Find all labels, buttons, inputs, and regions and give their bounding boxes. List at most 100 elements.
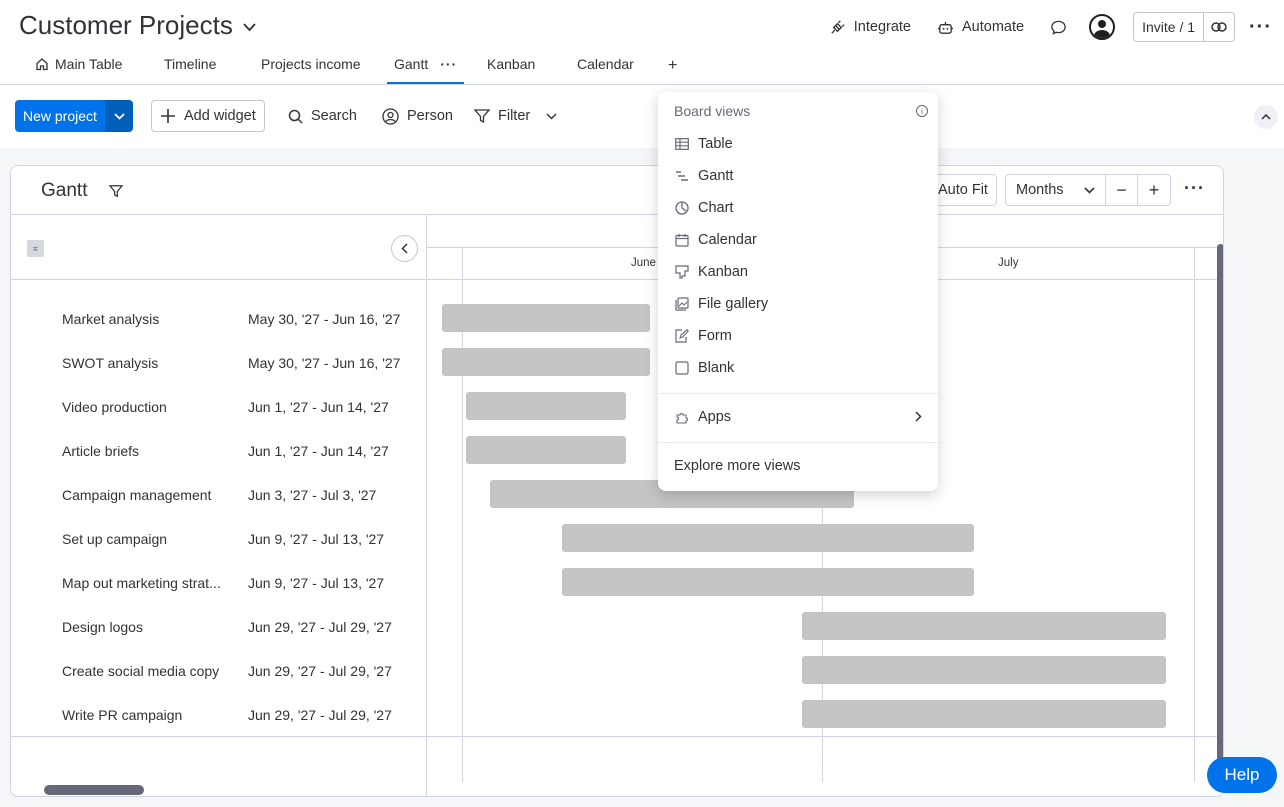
menu-item-chart[interactable]: Chart xyxy=(658,192,938,224)
gantt-bar[interactable] xyxy=(802,700,1166,728)
updates-button[interactable] xyxy=(1050,19,1067,36)
search-label: Search xyxy=(311,108,357,124)
gantt-bar[interactable] xyxy=(442,304,650,332)
scale-select[interactable]: Months xyxy=(1006,175,1106,205)
list-item[interactable]: Write PR campaign Jun 29, '27 - Jul 29, '… xyxy=(11,691,427,735)
integrate-button[interactable]: Integrate xyxy=(829,19,911,36)
new-project-label[interactable]: New project xyxy=(15,100,105,132)
gantt-title-text: Gantt xyxy=(41,180,88,201)
list-item[interactable]: Design logos Jun 29, '27 - Jul 29, '27 xyxy=(11,603,427,647)
menu-item-blank[interactable]: Blank xyxy=(658,352,938,384)
item-name: Design logos xyxy=(62,619,143,635)
filter-icon xyxy=(474,109,490,124)
more-options-icon[interactable]: ··· xyxy=(1249,16,1272,39)
menu-item-gantt[interactable]: Gantt xyxy=(658,160,938,192)
list-item[interactable]: Campaign management Jun 3, '27 - Jul 3, '… xyxy=(11,471,427,515)
month-divider xyxy=(1194,247,1195,782)
board-title[interactable]: Customer Projects xyxy=(19,10,256,41)
item-name: Campaign management xyxy=(62,487,212,503)
tab-label: Calendar xyxy=(577,56,634,72)
item-name: Write PR campaign xyxy=(62,707,183,723)
person-filter-button[interactable]: Person xyxy=(382,100,453,132)
list-item[interactable]: Map out marketing strat... Jun 9, '27 - J… xyxy=(11,559,427,603)
collapse-all-icon[interactable]: ⌅ xyxy=(27,240,44,257)
more-options-icon[interactable]: ··· xyxy=(1184,178,1205,199)
menu-item-table[interactable]: Table xyxy=(658,128,938,160)
file-gallery-icon xyxy=(674,296,690,312)
chat-bubble-icon xyxy=(1051,20,1066,35)
list-item[interactable]: Market analysis May 30, '27 - Jun 16, '27 xyxy=(11,295,427,339)
gantt-bar[interactable] xyxy=(562,568,974,596)
menu-item-file-gallery[interactable]: File gallery xyxy=(658,288,938,320)
chevron-down-icon[interactable] xyxy=(243,19,256,35)
filter-icon[interactable] xyxy=(109,184,124,198)
tab-calendar[interactable]: Calendar xyxy=(577,56,634,72)
kanban-icon xyxy=(674,264,690,280)
gantt-bar[interactable] xyxy=(562,524,974,552)
vertical-scrollbar[interactable] xyxy=(1217,244,1223,764)
automate-button[interactable]: Automate xyxy=(937,19,1024,36)
add-widget-button[interactable]: Add widget xyxy=(151,100,265,132)
item-dates: Jun 9, '27 - Jul 13, '27 xyxy=(248,575,385,591)
scale-label: Months xyxy=(1016,182,1064,198)
tab-gantt[interactable]: Gantt ··· xyxy=(394,56,457,72)
gantt-widget: Gantt Auto Fit Months − + ··· ⌅ Market a… xyxy=(10,165,1224,797)
gantt-bar[interactable] xyxy=(442,348,650,376)
filter-button[interactable]: Filter xyxy=(474,100,557,132)
tab-kanban[interactable]: Kanban xyxy=(487,56,535,72)
automate-label: Automate xyxy=(962,19,1025,35)
item-dates: Jun 1, '27 - Jun 14, '27 xyxy=(248,443,389,459)
menu-item-label: Gantt xyxy=(698,168,734,184)
add-widget-label: Add widget xyxy=(184,108,256,124)
menu-item-apps[interactable]: Apps xyxy=(658,401,938,433)
filter-label: Filter xyxy=(498,108,531,124)
gantt-bar[interactable] xyxy=(802,656,1166,684)
list-item[interactable]: Article briefs Jun 1, '27 - Jun 14, '27 xyxy=(11,427,427,471)
search-button[interactable]: Search xyxy=(288,100,357,132)
menu-item-form[interactable]: Form xyxy=(658,320,938,352)
avatar[interactable] xyxy=(1089,14,1116,40)
new-project-button[interactable]: New project xyxy=(15,100,133,132)
tab-timeline[interactable]: Timeline xyxy=(164,56,216,72)
integrate-label: Integrate xyxy=(853,19,912,35)
item-dates: May 30, '27 - Jun 16, '27 xyxy=(248,311,401,327)
menu-item-kanban[interactable]: Kanban xyxy=(658,256,938,288)
item-dates: Jun 3, '27 - Jul 3, '27 xyxy=(248,487,377,503)
menu-divider xyxy=(658,442,938,443)
scale-control: Months − + xyxy=(1005,174,1171,206)
tab-label: Main Table xyxy=(55,56,123,72)
top-actions: Integrate Automate Invite / 1 ··· xyxy=(829,12,1272,42)
chevron-down-icon[interactable] xyxy=(104,100,133,132)
horizontal-scrollbar[interactable] xyxy=(44,785,144,795)
collapse-header-button[interactable] xyxy=(1254,105,1278,129)
collapse-list-button[interactable] xyxy=(391,235,418,262)
auto-fit-label: Auto Fit xyxy=(938,182,988,198)
invite-button[interactable]: Invite / 1 xyxy=(1133,12,1236,42)
menu-item-label: Apps xyxy=(698,409,732,425)
gantt-bar[interactable] xyxy=(466,392,626,420)
gantt-bar[interactable] xyxy=(466,436,626,464)
chevron-down-icon[interactable] xyxy=(546,112,557,120)
list-item[interactable]: Set up campaign Jun 9, '27 - Jul 13, '27 xyxy=(11,515,427,559)
gantt-bar[interactable] xyxy=(802,612,1166,640)
menu-item-label: Kanban xyxy=(698,264,748,280)
explore-more-views-link[interactable]: Explore more views xyxy=(674,458,801,474)
menu-item-label: Calendar xyxy=(698,232,757,248)
item-dates: Jun 29, '27 - Jul 29, '27 xyxy=(248,663,392,679)
chevron-up-icon xyxy=(1261,114,1271,120)
tab-more-icon[interactable]: ··· xyxy=(440,56,457,72)
menu-item-calendar[interactable]: Calendar xyxy=(658,224,938,256)
menu-item-label: File gallery xyxy=(698,296,769,312)
list-item[interactable]: Video production Jun 1, '27 - Jun 14, '27 xyxy=(11,383,427,427)
link-icon[interactable] xyxy=(1204,13,1234,41)
list-item[interactable]: Create social media copy Jun 29, '27 - Ju… xyxy=(11,647,427,691)
zoom-in-button[interactable]: + xyxy=(1138,175,1170,205)
tab-projects-income[interactable]: Projects income xyxy=(261,56,361,72)
help-button[interactable]: Help xyxy=(1207,757,1277,793)
list-item[interactable]: SWOT analysis May 30, '27 - Jun 16, '27 xyxy=(11,339,427,383)
info-icon[interactable]: i xyxy=(916,105,928,117)
tab-main-table[interactable]: Main Table xyxy=(35,56,122,72)
menu-header: Board views xyxy=(674,103,751,119)
zoom-out-button[interactable]: − xyxy=(1106,175,1138,205)
add-view-icon[interactable]: + xyxy=(668,57,677,75)
